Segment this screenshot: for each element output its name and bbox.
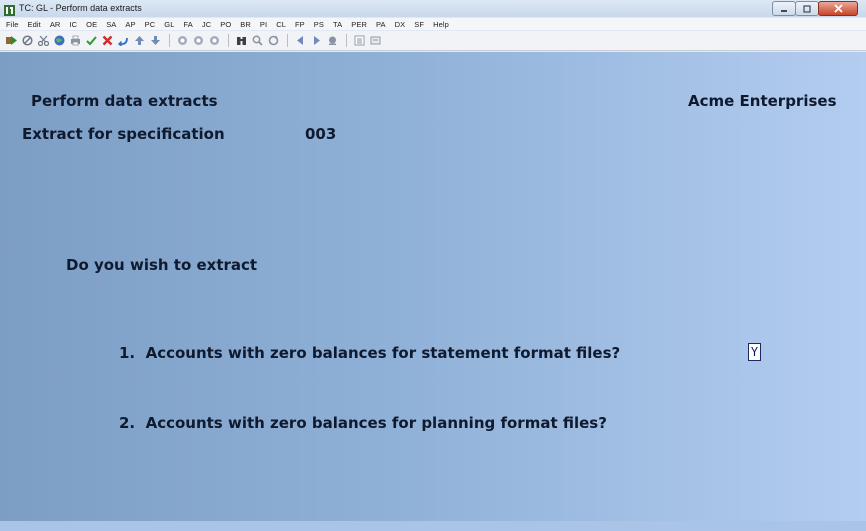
down-arrow-icon[interactable]: [150, 35, 161, 46]
undo-icon[interactable]: [118, 35, 129, 46]
binoculars-icon[interactable]: [236, 35, 247, 46]
menu-edit[interactable]: Edit: [28, 20, 41, 29]
record-icon[interactable]: [327, 35, 338, 46]
company-name: Acme Enterprises: [688, 92, 837, 110]
menu-jc[interactable]: JC: [202, 20, 211, 29]
menu-pc[interactable]: PC: [145, 20, 156, 29]
maximize-icon: [803, 4, 811, 13]
status-bar: [0, 521, 866, 531]
menu-ar[interactable]: AR: [50, 20, 61, 29]
screen-content: Perform data extracts Acme Enterprises E…: [0, 52, 866, 531]
screen-title: Perform data extracts: [31, 92, 218, 110]
toolbar: [0, 31, 866, 51]
prompt-text: Do you wish to extract: [66, 256, 258, 274]
title-bar: TC: GL - Perform data extracts: [0, 0, 866, 17]
menu-pa[interactable]: PA: [376, 20, 386, 29]
spec-label: Extract for specification: [22, 125, 225, 143]
app-window: TC: GL - Perform data extracts File Edit…: [0, 0, 866, 531]
circle-3-icon[interactable]: [209, 35, 220, 46]
minimize-button[interactable]: [772, 1, 796, 16]
menu-cl[interactable]: CL: [276, 20, 286, 29]
menu-gl[interactable]: GL: [164, 20, 174, 29]
scissors-icon[interactable]: [38, 35, 49, 46]
toolbar-separator: [169, 34, 170, 47]
toolbar-separator: [287, 34, 288, 47]
menu-pi[interactable]: PI: [260, 20, 267, 29]
forward-icon[interactable]: [311, 35, 322, 46]
app-icon: [4, 3, 15, 16]
delete-icon[interactable]: [102, 35, 113, 46]
menu-sf[interactable]: SF: [414, 20, 424, 29]
menu-oe[interactable]: OE: [86, 20, 97, 29]
circle-1-icon[interactable]: [177, 35, 188, 46]
menu-dx[interactable]: DX: [395, 20, 406, 29]
run-icon[interactable]: [6, 35, 17, 46]
menu-bar: File Edit AR IC OE SA AP PC GL FA JC PO …: [0, 18, 866, 30]
menu-help[interactable]: Help: [433, 20, 449, 29]
maximize-button[interactable]: [795, 1, 819, 16]
answer-1-field[interactable]: Y: [748, 343, 761, 361]
window-controls: [772, 1, 858, 16]
spec-value: 003: [305, 125, 337, 143]
list-icon[interactable]: [354, 35, 365, 46]
toolbar-separator: [346, 34, 347, 47]
minimize-icon: [781, 9, 787, 12]
circle-2-icon[interactable]: [193, 35, 204, 46]
globe-icon[interactable]: [54, 35, 65, 46]
close-icon: [833, 4, 843, 13]
menu-ap[interactable]: AP: [125, 20, 135, 29]
menu-br[interactable]: BR: [240, 20, 251, 29]
zoom-icon[interactable]: [252, 35, 263, 46]
menu-sa[interactable]: SA: [106, 20, 116, 29]
refresh-icon[interactable]: [268, 35, 279, 46]
close-button[interactable]: [818, 1, 858, 16]
menu-per[interactable]: PER: [351, 20, 367, 29]
up-arrow-icon[interactable]: [134, 35, 145, 46]
menu-po[interactable]: PO: [220, 20, 231, 29]
menu-file[interactable]: File: [6, 20, 19, 29]
menu-fp[interactable]: FP: [295, 20, 305, 29]
print-icon[interactable]: [70, 35, 81, 46]
window-title: TC: GL - Perform data extracts: [19, 3, 142, 13]
settings-icon[interactable]: [370, 35, 381, 46]
cancel-icon[interactable]: [22, 35, 33, 46]
toolbar-separator: [228, 34, 229, 47]
menu-fa[interactable]: FA: [183, 20, 192, 29]
menu-ta[interactable]: TA: [333, 20, 342, 29]
question-1: 1. Accounts with zero balances for state…: [119, 344, 621, 362]
check-icon[interactable]: [86, 35, 97, 46]
question-2: 2. Accounts with zero balances for plann…: [119, 414, 607, 432]
menu-ic[interactable]: IC: [69, 20, 77, 29]
back-icon[interactable]: [295, 35, 306, 46]
menu-ps[interactable]: PS: [314, 20, 324, 29]
